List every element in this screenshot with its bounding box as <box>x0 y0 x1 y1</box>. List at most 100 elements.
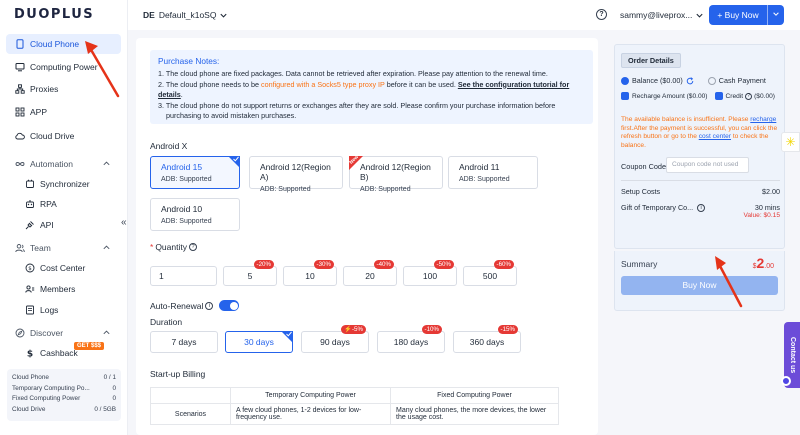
sidebar-item-synchronizer[interactable]: Synchronizer <box>6 174 121 194</box>
buy-now-dropdown[interactable] <box>768 10 784 20</box>
gift-value-row: Value: $0.15 <box>743 212 780 219</box>
summary-label: Summary <box>621 259 658 269</box>
android-option-15[interactable]: Android 15 ADB: Supported <box>150 156 240 189</box>
android-option-11[interactable]: Android 11 ADB: Supported <box>448 156 538 189</box>
coupon-label: Coupon Code <box>621 162 667 171</box>
sidebar-item-cloud-drive[interactable]: Cloud Drive <box>6 126 121 146</box>
help-icon[interactable]: ? <box>745 92 753 100</box>
discount-badge: ⚡-5% <box>341 325 366 334</box>
quantity-input[interactable]: 1 <box>150 266 217 286</box>
buy-now-label[interactable]: + Buy Now <box>709 5 768 25</box>
sidebar-group-discover[interactable]: Discover <box>6 323 121 343</box>
sidebar-item-label: Cloud Phone <box>30 39 80 49</box>
quantity-option-10[interactable]: 10 -30% <box>283 260 337 286</box>
duration-option-30[interactable]: 30 days <box>225 331 293 353</box>
help-icon[interactable]: ? <box>188 243 197 251</box>
buy-now-button[interactable]: Buy Now <box>621 276 778 295</box>
user-menu[interactable]: sammy@liveprox... <box>620 10 704 20</box>
recharge-option[interactable]: Recharge Amount ($0.00) Credit ? ($0.00) <box>621 92 775 100</box>
summary-panel: Summary $2.00 Buy Now <box>614 251 785 311</box>
quantity-option-20[interactable]: 20 -40% <box>343 260 397 286</box>
sidebar-item-api[interactable]: API <box>6 215 121 235</box>
robot-icon <box>24 199 35 210</box>
purchase-notes: Purchase Notes: 1. The cloud phone are f… <box>150 50 593 124</box>
chevron-up-icon <box>103 330 110 335</box>
cloud-icon <box>14 131 25 142</box>
coupon-input[interactable]: Coupon code not used <box>666 157 749 173</box>
quantity-option-5[interactable]: 5 -20% <box>223 260 277 286</box>
duration-option-90[interactable]: 90 days ⚡-5% <box>301 325 369 353</box>
quantity-label: * Quantity ? <box>150 242 197 252</box>
env-name: Default_k1oSQ <box>158 10 217 20</box>
note-line: 2. The cloud phone needs to be configure… <box>158 79 570 100</box>
coin-icon: $ <box>24 263 35 274</box>
main-area: Purchase Notes: 1. The cloud phone are f… <box>128 30 800 435</box>
recharge-link[interactable]: recharge <box>750 116 776 123</box>
sparkle-widget-icon[interactable]: ✳ <box>781 132 800 152</box>
sidebar-group-automation[interactable]: Automation <box>6 154 121 174</box>
note-line: 3. The cloud phone do not support return… <box>158 100 556 110</box>
selected-check-icon <box>281 331 293 343</box>
sidebar-item-app[interactable]: APP <box>6 102 121 122</box>
info-icon[interactable]: i <box>205 301 214 310</box>
sidebar-item-rpa[interactable]: RPA <box>6 194 121 214</box>
table-row: Temporary Computing Power Fixed Computin… <box>150 387 559 404</box>
sidebar-item-cost-center[interactable]: $ Cost Center <box>6 258 121 278</box>
discount-badge: -40% <box>373 260 394 269</box>
sidebar-group-team[interactable]: Team <box>6 238 121 258</box>
checkbox-checked-icon[interactable] <box>621 92 629 100</box>
checkbox-checked-icon[interactable] <box>714 92 723 100</box>
infinity-icon <box>14 159 25 170</box>
cost-center-link[interactable]: cost center <box>699 133 731 140</box>
stat-row: Cloud Phone 0 / 1 <box>12 374 116 381</box>
buy-now-header-button[interactable]: + Buy Now <box>709 5 784 25</box>
auto-renewal-toggle[interactable] <box>219 300 240 311</box>
radio-unchecked-icon[interactable] <box>707 76 716 85</box>
chevron-up-icon <box>103 245 110 250</box>
doc-icon <box>24 305 35 316</box>
quantity-option-100[interactable]: 100 -50% <box>403 260 457 286</box>
collapse-sidebar-button[interactable]: « <box>121 217 127 228</box>
stat-row: Cloud Drive 0 / 5GB <box>12 405 116 413</box>
sidebar-item-members[interactable]: Members <box>6 279 121 299</box>
discount-badge: -60% <box>493 260 514 269</box>
sidebar-item-label: RPA <box>40 199 57 209</box>
brand-logo[interactable]: DUOPLUS <box>14 7 94 22</box>
sidebar-item-label: Computing Power <box>30 62 98 72</box>
usage-stats: Cloud Phone 0 / 1 Temporary Computing Po.… <box>7 369 121 421</box>
sidebar-item-label: APP <box>30 107 48 117</box>
chevron-down-icon <box>773 12 779 16</box>
sidebar-item-label: Members <box>40 284 76 294</box>
env-chip: DE <box>143 10 155 20</box>
billing-col-fixed: Fixed Computing Power <box>390 387 559 404</box>
sidebar-item-proxies[interactable]: Proxies <box>6 79 121 99</box>
info-icon[interactable]: i <box>697 203 706 212</box>
quantity-option-500[interactable]: 500 -60% <box>463 260 517 286</box>
new-badge: New <box>348 154 363 170</box>
sidebar: DUOPLUS Cloud Phone Computing Power Prox… <box>0 0 128 435</box>
balance-option[interactable]: Balance ($0.00) Cash Payment <box>621 76 766 85</box>
summary-price: $2.00 <box>752 255 774 271</box>
radio-checked-icon[interactable] <box>621 76 629 85</box>
top-header: DE Default_k1oSQ ? sammy@liveprox... + B… <box>128 0 800 30</box>
chat-bubble-icon[interactable] <box>781 376 791 386</box>
stat-row: Fixed Computing Power 0 <box>12 395 116 402</box>
android-option-12-region-a[interactable]: Android 12(Region A) ADB: Supported <box>249 156 343 193</box>
sidebar-item-logs[interactable]: Logs <box>6 300 121 320</box>
duration-option-7[interactable]: 7 days <box>150 331 218 353</box>
refresh-icon[interactable] <box>686 76 694 85</box>
sidebar-item-cloud-phone[interactable]: Cloud Phone <box>6 34 121 54</box>
environment-selector[interactable]: DE Default_k1oSQ <box>143 10 228 20</box>
duration-option-360[interactable]: 360 days -15% <box>453 325 521 353</box>
dollar-icon: $ <box>24 348 35 359</box>
sidebar-item-computing-power[interactable]: Computing Power <box>6 57 121 77</box>
android-option-12-region-b[interactable]: Android 12(Region B) ADB: Supported New <box>348 154 443 193</box>
discount-badge: -10% <box>421 325 442 334</box>
android-option-10[interactable]: Android 10 ADB: Supported <box>150 198 240 231</box>
duration-option-180[interactable]: 180 days -10% <box>377 325 445 353</box>
users-icon <box>14 243 25 254</box>
sidebar-item-label: API <box>40 220 54 230</box>
help-icon[interactable]: ? <box>596 9 607 20</box>
user-email: sammy@liveprox... <box>620 10 693 20</box>
sidebar-item-label: Logs <box>40 305 59 315</box>
